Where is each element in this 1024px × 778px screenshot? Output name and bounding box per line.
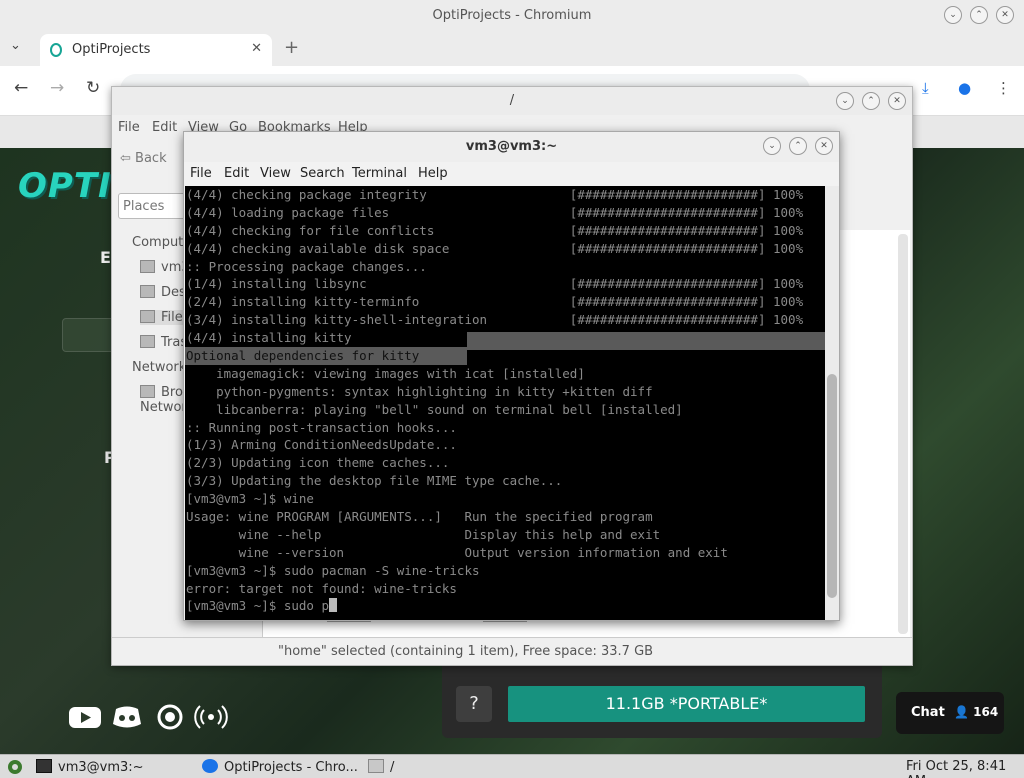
file-manager-title: / xyxy=(509,93,515,108)
whatsapp-icon[interactable] xyxy=(154,704,188,730)
taskbar: vm3@vm3:~ OptiProjects - Chro... / Fri O… xyxy=(0,754,1024,778)
terminal-line: wine --help Display this help and exit xyxy=(186,526,661,542)
terminal-line: Usage: wine PROGRAM [ARGUMENTS...] Run t… xyxy=(186,509,653,525)
discord-icon[interactable] xyxy=(110,704,144,730)
chromium-window-title: OptiProjects - Chromium xyxy=(432,8,592,23)
tab-label: OptiProjects xyxy=(72,42,151,57)
taskbar-item-terminal[interactable]: vm3@vm3:~ xyxy=(36,759,144,775)
terminal-output[interactable]: (4/4) checking package integrity [######… xyxy=(185,186,826,620)
tab-optiprojects[interactable]: OptiProjects ✕ xyxy=(40,34,272,66)
term-menu-edit[interactable]: Edit xyxy=(224,166,249,181)
chromium-titlebar: OptiProjects - Chromium ⌄ ⌃ ✕ xyxy=(0,0,1024,32)
profile-icon[interactable]: ● xyxy=(958,79,971,97)
drive-icon xyxy=(140,310,155,323)
network-icon xyxy=(140,385,155,398)
fm-scrollbar[interactable] xyxy=(898,234,908,634)
terminal-menubar: File Edit View Search Terminal Help xyxy=(184,162,839,186)
start-menu-icon[interactable] xyxy=(6,759,24,778)
terminal-window: vm3@vm3:~ ⌄ ⌃ ✕ File Edit View Search Te… xyxy=(183,131,840,621)
fm-menu-file[interactable]: File xyxy=(118,120,140,135)
terminal-line: (1/4) installing libsync [##############… xyxy=(186,276,804,292)
terminal-cursor xyxy=(329,598,337,613)
terminal-line: :: Running post-transaction hooks... xyxy=(186,419,457,435)
terminal-line: (3/4) installing kitty-shell-integration… xyxy=(186,312,804,328)
back-arrow-icon: ⇦ xyxy=(120,151,131,166)
terminal-line: (4/4) loading package files [###########… xyxy=(186,204,804,220)
download-panel: ? 11.1GB *PORTABLE* xyxy=(442,666,882,738)
terminal-titlebar: vm3@vm3:~ ⌄ ⌃ ✕ xyxy=(184,132,839,162)
download-icon[interactable]: ⤓ xyxy=(922,79,929,97)
desktop-folder-icon xyxy=(140,285,155,298)
fm-statusbar: "home" selected (containing 1 item), Fre… xyxy=(112,637,912,665)
reload-icon[interactable]: ↻ xyxy=(86,78,100,98)
term-menu-terminal[interactable]: Terminal xyxy=(352,166,407,181)
chat-user-count: 👤 164 xyxy=(954,705,999,719)
term-maximize-button[interactable]: ⌃ xyxy=(789,137,807,155)
terminal-line: imagemagick: viewing images with icat [i… xyxy=(186,365,585,381)
terminal-scrollbar[interactable] xyxy=(825,186,839,620)
file-manager-titlebar: / ⌄ ⌃ ✕ xyxy=(112,87,912,115)
broadcast-icon[interactable] xyxy=(194,704,228,730)
chromium-icon xyxy=(202,759,218,773)
terminal-line: error: target not found: wine-tricks xyxy=(186,580,457,596)
terminal-line: (4/4) checking package integrity [######… xyxy=(186,187,804,202)
tab-strip: ⌄ OptiProjects ✕ + xyxy=(0,32,1024,66)
term-menu-view[interactable]: View xyxy=(260,166,291,181)
terminal-line: Optional dependencies for kitty xyxy=(185,347,467,365)
terminal-line: [vm3@vm3 ~]$ sudo p xyxy=(185,597,826,615)
chat-label: Chat xyxy=(911,705,945,720)
terminal-line: (4/4) checking for file conflicts [#####… xyxy=(186,222,804,238)
sidebar-header-network: Network xyxy=(132,360,187,375)
tab-search-button[interactable]: ⌄ xyxy=(10,38,21,53)
terminal-line: [vm3@vm3 ~]$ sudo pacman -S wine-tricks xyxy=(186,562,480,578)
page-heading-e: E xyxy=(100,248,111,267)
new-tab-button[interactable]: + xyxy=(284,37,299,58)
term-close-button[interactable]: ✕ xyxy=(815,137,833,155)
youtube-icon[interactable] xyxy=(68,704,102,730)
taskbar-item-filemanager[interactable]: / xyxy=(368,759,394,775)
trash-icon xyxy=(140,335,155,348)
fm-back-button[interactable]: ⇦ Back xyxy=(120,151,167,166)
forward-arrow-icon[interactable]: → xyxy=(50,78,64,98)
folder-icon xyxy=(368,759,384,773)
term-menu-search[interactable]: Search xyxy=(300,166,345,181)
term-menu-help[interactable]: Help xyxy=(418,166,448,181)
fm-minimize-button[interactable]: ⌄ xyxy=(836,92,854,110)
terminal-line: (2/3) Updating icon theme caches... xyxy=(186,455,450,471)
close-button[interactable]: ✕ xyxy=(996,6,1014,24)
terminal-line: python-pygments: syntax highlighting in … xyxy=(186,383,653,399)
fm-status-text: "home" selected (containing 1 item), Fre… xyxy=(278,644,654,659)
clock[interactable]: Fri Oct 25, 8:41 AM xyxy=(906,759,1024,778)
selection-highlight xyxy=(467,332,826,350)
fm-menu-edit[interactable]: Edit xyxy=(152,120,177,135)
terminal-line: (2/4) installing kitty-terminfo [#######… xyxy=(186,294,804,310)
help-button[interactable]: ? xyxy=(456,686,492,722)
terminal-line: libcanberra: playing "bell" sound on ter… xyxy=(186,401,683,417)
maximize-button[interactable]: ⌃ xyxy=(970,6,988,24)
scrollbar-thumb[interactable] xyxy=(827,374,837,598)
chat-button[interactable]: Chat 👤 164 xyxy=(896,692,1004,734)
fm-maximize-button[interactable]: ⌃ xyxy=(862,92,880,110)
terminal-line: wine --version Output version informatio… xyxy=(186,544,728,560)
term-menu-file[interactable]: File xyxy=(190,166,212,181)
download-portable-button[interactable]: 11.1GB *PORTABLE* xyxy=(508,686,865,722)
fm-close-button[interactable]: ✕ xyxy=(888,92,906,110)
terminal-line: (1/3) Arming ConditionNeedsUpdate... xyxy=(186,437,457,453)
terminal-line: (3/3) Updating the desktop file MIME typ… xyxy=(186,473,563,489)
terminal-title: vm3@vm3:~ xyxy=(465,139,558,154)
minimize-button[interactable]: ⌄ xyxy=(944,6,962,24)
term-minimize-button[interactable]: ⌄ xyxy=(763,137,781,155)
user-icon: 👤 xyxy=(954,705,969,719)
terminal-icon xyxy=(36,759,52,773)
back-arrow-icon[interactable]: ← xyxy=(14,78,28,98)
menu-kebab-icon[interactable]: ⋮ xyxy=(996,79,1011,97)
terminal-line: (4/4) checking available disk space [###… xyxy=(186,240,804,256)
home-folder-icon xyxy=(140,260,155,273)
tab-close-icon[interactable]: ✕ xyxy=(251,41,262,56)
optiprojects-favicon-icon xyxy=(50,43,62,57)
terminal-line: [vm3@vm3 ~]$ wine xyxy=(186,491,314,507)
taskbar-item-chromium[interactable]: OptiProjects - Chro... xyxy=(202,759,358,775)
terminal-line: :: Processing package changes... xyxy=(186,258,427,274)
